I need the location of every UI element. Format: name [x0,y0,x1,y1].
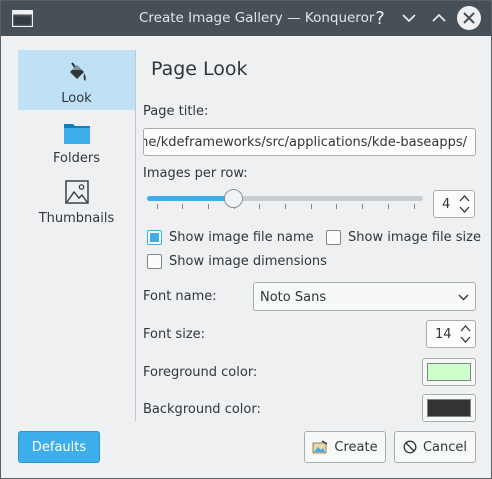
sidebar-item-label: Folders [53,151,100,166]
slider-handle[interactable] [224,189,244,208]
background-color-button[interactable] [422,394,476,422]
slider-fill [147,196,234,201]
help-button[interactable]: ? [368,6,392,30]
page-title-value: /home/kdeframeworks/src/applications/kde… [143,135,467,150]
defaults-button[interactable]: Defaults [18,431,100,463]
cancel-button[interactable]: Cancel [394,431,476,463]
image-icon [64,180,89,204]
create-button-label: Create [334,439,378,455]
create-button[interactable]: Create [304,431,386,463]
app-window-icon [12,10,33,27]
dialog-window: Create Image Gallery — Konqueror ? Look [0,0,492,479]
page-title-label: Page title: [143,104,209,119]
title-bar[interactable]: Create Image Gallery — Konqueror ? [1,1,491,36]
spin-arrows-icon[interactable] [459,194,470,214]
sidebar-item-look[interactable]: Look [18,50,135,110]
show-dimensions-label: Show image dimensions [169,254,327,269]
show-file-size-label: Show image file size [348,230,481,245]
show-file-name-checkbox[interactable]: Show image file name [147,230,314,245]
checkbox-box[interactable] [147,230,162,245]
paint-bucket-icon [69,62,86,81]
slider-tick [182,204,184,209]
page-list-sidebar: Look Folders Thumbnails [18,50,136,421]
sidebar-item-thumbnails[interactable]: Thumbnails [18,170,135,230]
chevron-up-icon [432,13,446,22]
slider-tick [336,204,338,209]
font-name-combobox[interactable]: Noto Sans [253,282,476,311]
close-button[interactable] [457,6,481,30]
sidebar-item-folders[interactable]: Folders [18,110,135,170]
foreground-color-swatch [427,363,471,381]
defaults-button-label: Defaults [31,439,87,455]
page-heading: Page Look [151,58,248,80]
spin-arrows-icon[interactable] [460,324,471,344]
minimize-button[interactable] [397,6,421,30]
slider-tick [413,204,415,209]
slider-tick [362,204,364,209]
create-gallery-icon [312,440,328,454]
slider-tick [259,204,261,209]
sidebar-item-label: Look [61,91,92,106]
images-per-row-value: 4 [442,197,451,212]
slider-tick [285,204,286,209]
foreground-color-label: Foreground color: [143,365,258,380]
images-per-row-label: Images per row: [143,166,248,181]
slider-tick [207,204,209,209]
show-file-size-checkbox[interactable]: Show image file size [326,230,481,245]
question-icon: ? [375,7,385,29]
slider-tick [156,204,158,209]
slider-tick [387,204,389,209]
show-dimensions-checkbox[interactable]: Show image dimensions [147,254,327,269]
images-per-row-slider[interactable] [147,189,423,211]
folder-icon [63,124,90,144]
page-title-field[interactable]: /home/kdeframeworks/src/applications/kde… [143,128,476,156]
window-title: Create Image Gallery — Konqueror [139,10,375,26]
checkbox-box[interactable] [147,254,162,269]
background-color-swatch [427,399,471,417]
font-name-label: Font name: [143,289,217,304]
font-size-spinbox[interactable]: 14 [426,320,476,348]
images-per-row-spinbox[interactable]: 4 [433,190,475,218]
close-icon [463,12,475,24]
show-file-name-label: Show image file name [169,230,314,245]
slider-tick [310,204,312,209]
sidebar-item-label: Thumbnails [38,211,115,226]
checkbox-box[interactable] [326,230,341,245]
chevron-down-icon [402,14,416,23]
font-size-value: 14 [435,327,452,342]
chevron-down-icon [458,294,469,301]
foreground-color-button[interactable] [422,358,476,386]
background-color-label: Background color: [143,402,261,417]
font-name-value: Noto Sans [260,290,327,305]
cancel-button-label: Cancel [422,439,468,455]
cancel-icon [403,440,417,454]
font-size-label: Font size: [143,327,206,342]
maximize-button[interactable] [427,6,451,30]
